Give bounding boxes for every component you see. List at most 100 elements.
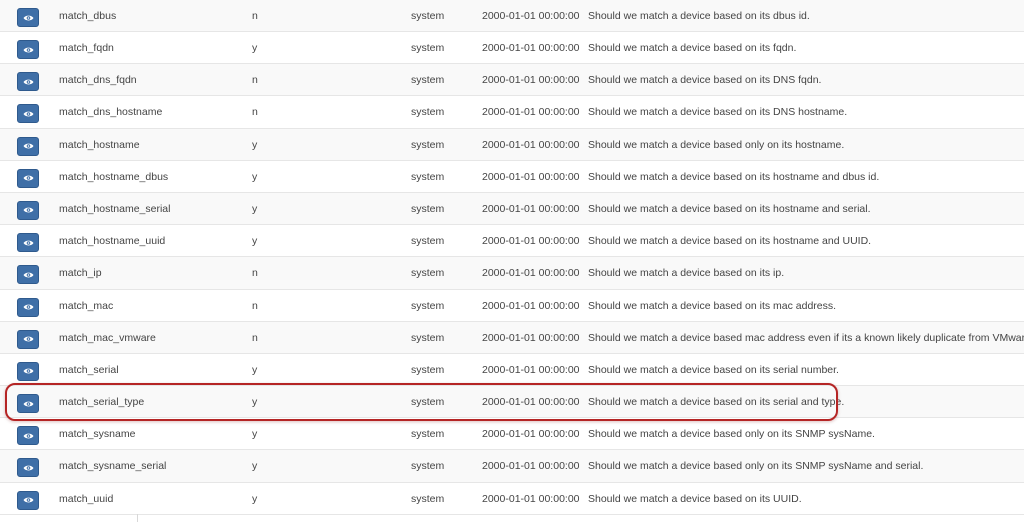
config-value: n (252, 299, 258, 312)
view-button[interactable] (17, 490, 39, 510)
view-button[interactable] (17, 265, 39, 285)
config-name: match_hostname_serial (59, 202, 171, 215)
config-description: Should we match a device based on its UU… (588, 492, 802, 505)
config-source: system (411, 42, 445, 54)
config-date: 2000-01-01 00:00:00 (482, 460, 580, 473)
eye-icon (23, 142, 34, 150)
config-description: Should we match a device based on its se… (588, 396, 845, 409)
table-row: match_sysname y system 2000-01-01 00:00:00 S… (0, 418, 1024, 451)
config-source: system (411, 170, 445, 183)
config-name: match_hostname_uuid (59, 235, 166, 248)
config-source: system (411, 299, 445, 312)
eye-icon (23, 496, 34, 504)
eye-icon (23, 239, 34, 247)
config-value: y (252, 170, 258, 183)
config-source: system (411, 235, 445, 248)
config-date: 2000-01-01 00:00:00 (482, 235, 580, 248)
config-date: 2000-01-01 00:00:00 (482, 106, 580, 119)
view-button[interactable] (17, 361, 39, 381)
config-value: y (252, 492, 258, 505)
config-name: match_uuid (59, 492, 114, 505)
view-button[interactable] (17, 233, 39, 253)
eye-icon (23, 46, 34, 54)
config-name: match_mac_vmware (59, 331, 156, 344)
table-row: match_dbus n system 2000-01-01 00:00:00 Shou… (0, 0, 1024, 32)
config-description: Should we match a device based mac addre… (588, 331, 1024, 344)
view-button[interactable] (17, 458, 39, 478)
config-date: 2000-01-01 00:00:00 (482, 299, 580, 312)
view-button[interactable] (17, 72, 39, 92)
eye-icon (23, 14, 34, 22)
config-value: y (252, 235, 258, 248)
config-name: match_mac (59, 299, 114, 312)
table-row: match_ip n system 2000-01-01 00:00:00 Should… (0, 257, 1024, 290)
eye-icon (23, 432, 34, 440)
config-source: system (411, 138, 445, 151)
table-row: match_mac_vmware n system 2000-01-01 00:00:… (0, 321, 1024, 354)
config-description: Should we match a device based only on i… (588, 428, 875, 441)
config-date: 2000-01-01 00:00:00 (482, 396, 580, 409)
config-source: system (411, 267, 445, 280)
config-value: y (252, 460, 258, 473)
table-row: match_sysname_serial y system 2000-01-01 00… (0, 450, 1024, 483)
config-source: system (411, 460, 445, 473)
config-name: match_dbus (59, 10, 117, 22)
config-value: y (252, 428, 258, 441)
config-value: y (252, 42, 258, 54)
table-row: match_hostname_serial y system 2000-01-01 0… (0, 192, 1024, 226)
config-name: match_dns_fqdn (59, 74, 137, 87)
config-date: 2000-01-01 00:00:00 (482, 74, 580, 87)
view-button[interactable] (17, 200, 39, 220)
eye-icon (23, 335, 34, 343)
table-row: match_serial y system 2000-01-01 00:00:00 Sh… (0, 354, 1024, 387)
config-date: 2000-01-01 00:00:00 (482, 428, 580, 441)
config-description: Should we match a device based on its ma… (588, 299, 837, 312)
view-button[interactable] (17, 329, 39, 349)
view-button[interactable] (17, 394, 39, 414)
eye-icon (23, 303, 34, 311)
eye-icon (23, 174, 34, 182)
view-button[interactable] (17, 104, 39, 124)
config-table: match_dbus n system 2000-01-01 00:00:00 Shou… (0, 0, 1024, 515)
view-button[interactable] (17, 297, 39, 317)
view-button[interactable] (17, 426, 39, 446)
config-date: 2000-01-01 00:00:00 (482, 267, 580, 280)
config-name: match_serial (59, 363, 119, 376)
config-description: Should we match a device based on its ho… (588, 170, 880, 183)
footer-divider (137, 514, 138, 522)
table-row: match_mac n system 2000-01-01 00:00:00 Shoul… (0, 290, 1024, 322)
config-description: Should we match a device based only on i… (588, 460, 924, 473)
config-source: system (411, 363, 445, 376)
config-date: 2000-01-01 00:00:00 (482, 492, 580, 505)
config-value: n (252, 267, 258, 280)
table-row: match_hostname_uuid y system 2000-01-01 00:… (0, 225, 1024, 258)
table-row: match_hostname_dbus y system 2000-01-01 00:… (0, 161, 1024, 193)
config-name: match_dns_hostname (59, 106, 163, 119)
view-button[interactable] (17, 168, 39, 188)
view-button[interactable] (17, 40, 39, 59)
table-row: match_serial_type y system 2000-01-01 00:00… (0, 386, 1024, 419)
config-source: system (411, 331, 445, 344)
config-date: 2000-01-01 00:00:00 (482, 138, 580, 151)
config-source: system (411, 106, 445, 119)
config-name: match_sysname (59, 428, 136, 441)
config-description: Should we match a device based on its ho… (588, 202, 871, 215)
eye-icon (23, 400, 34, 408)
config-value: y (252, 396, 258, 409)
config-source: system (411, 492, 445, 505)
config-description: Should we match a device based on its se… (588, 363, 839, 376)
config-value: n (252, 10, 258, 22)
config-date: 2000-01-01 00:00:00 (482, 170, 580, 183)
config-source: system (411, 202, 445, 215)
config-description: Should we match a device based on its DN… (588, 106, 848, 119)
eye-icon (23, 271, 34, 279)
config-name: match_serial_type (59, 396, 145, 409)
config-value: n (252, 331, 258, 344)
config-source: system (411, 10, 445, 22)
config-source: system (411, 396, 445, 409)
config-description: Should we match a device based on its db… (588, 10, 810, 22)
table-row: match_fqdn y system 2000-01-01 00:00:00 Shou… (0, 32, 1024, 65)
view-button[interactable] (17, 8, 39, 27)
config-description: Should we match a device based only on i… (588, 138, 845, 151)
view-button[interactable] (17, 136, 39, 156)
